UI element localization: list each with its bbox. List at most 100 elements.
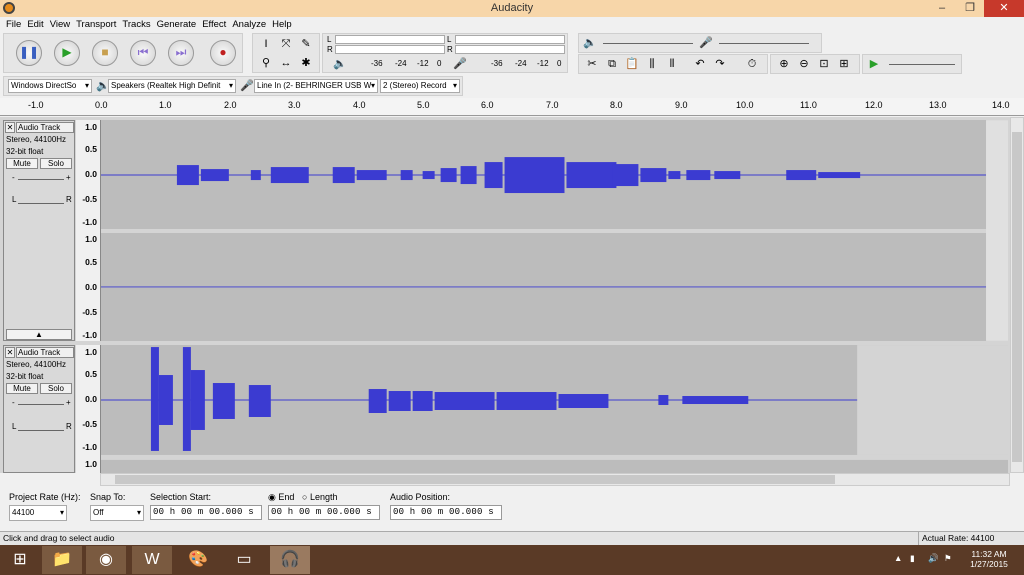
cut-icon[interactable]: ✂ xyxy=(583,56,601,72)
play-meter-left[interactable] xyxy=(455,35,565,44)
record-meter-right[interactable] xyxy=(335,45,445,54)
channels-select[interactable]: 2 (Stereo) Record xyxy=(380,79,460,93)
mic-meter-icon[interactable]: 🎤 xyxy=(451,56,469,72)
play-button[interactable]: ▶ xyxy=(54,40,80,66)
play-at-speed-icon[interactable]: ▶ xyxy=(865,56,883,72)
record-meter-left[interactable] xyxy=(335,35,445,44)
envelope-tool-icon[interactable]: ⤧ xyxy=(277,36,295,52)
output-device-select[interactable]: Speakers (Realtek High Definit xyxy=(108,79,236,93)
selection-end-field[interactable]: 00 h 00 m 00.000 s xyxy=(268,505,380,520)
track2-close-button[interactable]: ✕ xyxy=(5,347,15,358)
skip-end-button[interactable]: ⏭ xyxy=(168,40,194,66)
track1-vertical-scale[interactable]: 1.0 0.5 0.0 -0.5 -1.0 1.0 0.5 0.0 -0.5 -… xyxy=(76,120,100,341)
chrome-icon[interactable]: ◉ xyxy=(86,546,126,574)
menu-effect[interactable]: Effect xyxy=(202,17,226,32)
close-button[interactable]: ✕ xyxy=(984,0,1024,17)
copy-icon[interactable]: ⧉ xyxy=(603,56,621,72)
track2-mute-button[interactable]: Mute xyxy=(6,383,38,394)
speed-slider[interactable] xyxy=(889,64,955,65)
audacity-taskbar-icon[interactable]: 🎧 xyxy=(270,546,310,574)
track1-pan-slider[interactable] xyxy=(18,203,64,204)
track1-gain-slider[interactable] xyxy=(18,179,64,180)
ruler-tick: 11.0 xyxy=(800,100,817,110)
minimize-button[interactable]: – xyxy=(928,0,956,17)
timeshift-tool-icon[interactable]: ↔ xyxy=(277,55,295,71)
volume-icon[interactable]: 🔊 xyxy=(928,553,939,564)
track1-name-menu[interactable]: Audio Track xyxy=(16,122,74,133)
pause-button[interactable]: ❚❚ xyxy=(16,40,42,66)
selection-tool-icon[interactable]: I xyxy=(257,36,275,52)
file-explorer-icon[interactable]: 📁 xyxy=(42,546,82,574)
zoom-tool-icon[interactable]: ⚲ xyxy=(257,55,275,71)
input-device-select[interactable]: Line In (2- BEHRINGER USB W xyxy=(254,79,378,93)
word-icon[interactable]: W xyxy=(132,546,172,574)
play-meter-right[interactable] xyxy=(455,45,565,54)
multi-tool-icon[interactable]: ✱ xyxy=(297,55,315,71)
redo-icon[interactable]: ↷ xyxy=(711,56,729,72)
track2-gain-minus: - xyxy=(12,398,15,407)
menu-file[interactable]: File xyxy=(6,17,21,32)
skip-start-icon: ⏮ xyxy=(137,45,149,59)
track2-name-menu[interactable]: Audio Track xyxy=(16,347,74,358)
silence-icon[interactable]: ⫴ xyxy=(663,56,681,72)
maximize-button[interactable]: ❐ xyxy=(956,0,984,17)
record-meter-l: L xyxy=(327,35,332,44)
flag-icon[interactable]: ⚑ xyxy=(944,553,952,564)
stop-button[interactable]: ■ xyxy=(92,40,118,66)
track1-collapse-button[interactable]: ▲ xyxy=(6,329,72,340)
start-windows-icon[interactable]: ⊞ xyxy=(0,546,40,574)
horizontal-scrollbar[interactable] xyxy=(100,473,1010,486)
zoom-out-icon[interactable]: ⊖ xyxy=(795,56,813,72)
paste-icon[interactable]: 📋 xyxy=(623,56,641,72)
track1-close-button[interactable]: ✕ xyxy=(5,122,15,133)
clock[interactable]: 11:32 AM 1/27/2015 xyxy=(964,549,1014,569)
tray-arrow-icon[interactable]: ▲ xyxy=(894,553,902,563)
horizontal-scroll-thumb[interactable] xyxy=(115,475,835,484)
draw-tool-icon[interactable]: ✎ xyxy=(297,36,315,52)
track1-waveform[interactable] xyxy=(100,120,1008,341)
network-icon[interactable]: ▮ xyxy=(910,553,915,564)
track1-solo-button[interactable]: Solo xyxy=(40,158,72,169)
skip-start-button[interactable]: ⏮ xyxy=(130,40,156,66)
input-volume-slider[interactable] xyxy=(719,43,809,44)
record-meter-r: R xyxy=(327,45,333,54)
zoom-in-icon[interactable]: ⊕ xyxy=(775,56,793,72)
timeline-ruler[interactable]: -1.0 0.0 1.0 2.0 3.0 4.0 5.0 6.0 7.0 8.0… xyxy=(0,98,1024,116)
undo-icon[interactable]: ↶ xyxy=(691,56,709,72)
track2-pan-slider[interactable] xyxy=(18,430,64,431)
trim-icon[interactable]: ⫼ xyxy=(643,56,661,72)
menu-tracks[interactable]: Tracks xyxy=(122,17,150,32)
command-prompt-icon[interactable]: ▭ xyxy=(224,546,264,574)
menu-view[interactable]: View xyxy=(50,17,70,32)
scale-label: 0.5 xyxy=(85,369,97,379)
track2-solo-button[interactable]: Solo xyxy=(40,383,72,394)
track2-waveform[interactable] xyxy=(100,345,1008,473)
menu-transport[interactable]: Transport xyxy=(76,17,116,32)
vertical-scroll-thumb[interactable] xyxy=(1012,132,1022,462)
snap-to-select[interactable]: Off xyxy=(90,505,144,521)
menu-edit[interactable]: Edit xyxy=(27,17,43,32)
project-rate-select[interactable]: 44100 xyxy=(9,505,67,521)
fit-project-icon[interactable]: ⊞ xyxy=(835,56,853,72)
end-radio[interactable]: ◉ End xyxy=(268,492,294,503)
paint-icon[interactable]: 🎨 xyxy=(178,546,218,574)
fit-selection-icon[interactable]: ⊡ xyxy=(815,56,833,72)
speaker-meter-icon[interactable]: 🔈 xyxy=(331,56,349,72)
scale-label: 0.0 xyxy=(85,169,97,179)
record-button[interactable]: ● xyxy=(210,40,236,66)
selection-start-field[interactable]: 00 h 00 m 00.000 s xyxy=(150,505,262,520)
meter-tick: -24 xyxy=(515,59,527,68)
vertical-scrollbar[interactable] xyxy=(1010,117,1024,473)
meter-tick: 0 xyxy=(557,59,562,68)
track2-vertical-scale[interactable]: 1.0 0.5 0.0 -0.5 -1.0 1.0 xyxy=(76,345,100,473)
track1-mute-button[interactable]: Mute xyxy=(6,158,38,169)
output-volume-slider[interactable] xyxy=(603,43,693,44)
menu-generate[interactable]: Generate xyxy=(157,17,197,32)
sync-lock-icon[interactable]: ⏱ xyxy=(743,56,761,72)
track2-gain-slider[interactable] xyxy=(18,404,64,405)
host-select[interactable]: Windows DirectSo xyxy=(8,79,92,93)
length-radio[interactable]: ○ Length xyxy=(302,492,337,502)
menu-help[interactable]: Help xyxy=(272,17,292,32)
menu-analyze[interactable]: Analyze xyxy=(232,17,266,32)
audio-position-field[interactable]: 00 h 00 m 00.000 s xyxy=(390,505,502,520)
